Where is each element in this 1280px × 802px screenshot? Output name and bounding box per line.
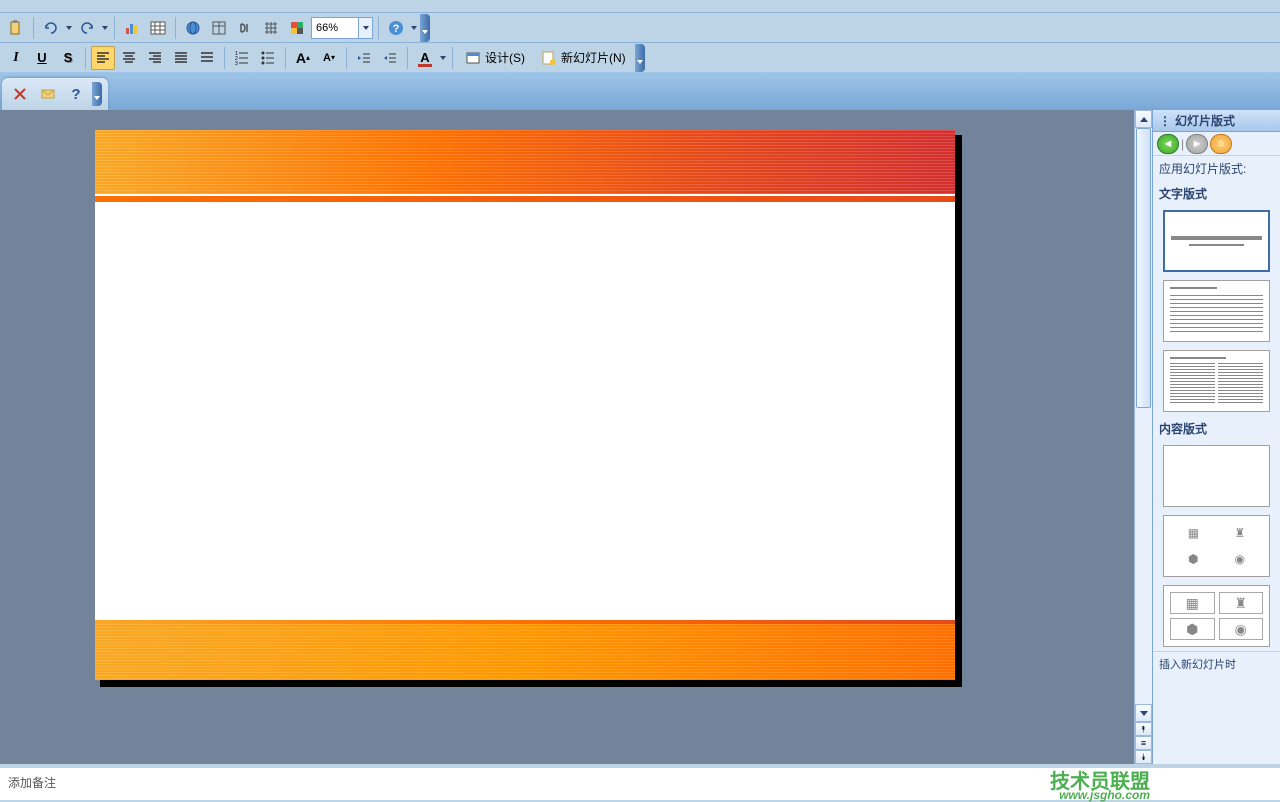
- align-center-icon[interactable]: [117, 46, 141, 70]
- content-layout-list: ▦♜ ⬢◉ ▦♜ ⬢◉: [1153, 441, 1280, 651]
- design-button[interactable]: 设计(S): [458, 46, 532, 70]
- underline-icon[interactable]: U: [30, 46, 54, 70]
- prev-slide-icon[interactable]: ⯭: [1135, 722, 1152, 736]
- help-dropdown[interactable]: [410, 17, 418, 39]
- menu-bar: [0, 0, 1280, 12]
- layout-blank[interactable]: [1163, 445, 1270, 507]
- layout-list: [1153, 206, 1280, 416]
- zoom-dropdown[interactable]: [358, 18, 372, 38]
- main-area: ⯭ ≡ ⯯ ⋮ 幻灯片版式 ◄ | ► ⌂ 应用幻灯片版式: 文字版式: [0, 110, 1280, 764]
- table-icon[interactable]: [146, 16, 170, 40]
- slide-canvas[interactable]: [95, 130, 955, 680]
- scroll-thumb[interactable]: [1136, 128, 1151, 408]
- nav-menu-icon[interactable]: ≡: [1135, 736, 1152, 750]
- color-icon[interactable]: [285, 16, 309, 40]
- standard-toolbar: ?: [0, 12, 1280, 42]
- reviewing-toolbar-area: ?: [0, 72, 1280, 110]
- decrease-font-icon[interactable]: A▾: [317, 46, 341, 70]
- hyperlink-icon[interactable]: [181, 16, 205, 40]
- slide-body[interactable]: [95, 202, 955, 620]
- layout-two-column[interactable]: [1163, 350, 1270, 412]
- undo-icon[interactable]: [39, 16, 63, 40]
- new-slide-label: 新幻灯片(N): [561, 49, 626, 66]
- distributed-icon[interactable]: [195, 46, 219, 70]
- reviewing-toolbar-options[interactable]: [92, 82, 102, 106]
- numbering-icon[interactable]: 123: [230, 46, 254, 70]
- slide-footer-stripe: [95, 624, 955, 680]
- increase-indent-icon[interactable]: [378, 46, 402, 70]
- layout-content[interactable]: ▦♜ ⬢◉: [1163, 515, 1270, 577]
- formatting-toolbar-options[interactable]: [635, 44, 645, 72]
- layout-bulleted-list[interactable]: [1163, 280, 1270, 342]
- reviewing-toolbar: ?: [2, 78, 108, 110]
- task-pane-nav: ◄ | ► ⌂: [1153, 132, 1280, 156]
- next-slide-icon[interactable]: ⯯: [1135, 750, 1152, 764]
- slide-header-bar: [95, 194, 955, 202]
- apply-layout-label: 应用幻灯片版式:: [1153, 156, 1280, 181]
- bullets-icon[interactable]: [256, 46, 280, 70]
- zoom-combo[interactable]: [311, 17, 373, 39]
- text-layouts-section: 文字版式: [1153, 181, 1280, 206]
- delete-comment-icon[interactable]: [8, 82, 32, 106]
- align-left-icon[interactable]: [91, 46, 115, 70]
- task-pane-title[interactable]: ⋮ 幻灯片版式: [1153, 110, 1280, 132]
- redo-icon[interactable]: [75, 16, 99, 40]
- notes-placeholder: 添加备注: [8, 776, 56, 790]
- chart-icon[interactable]: [120, 16, 144, 40]
- align-right-icon[interactable]: [143, 46, 167, 70]
- tables-borders-icon[interactable]: [207, 16, 231, 40]
- italic-icon[interactable]: I: [4, 46, 28, 70]
- content-layouts-section: 内容版式: [1153, 416, 1280, 441]
- slide-header-stripe: [95, 130, 955, 194]
- paste-icon[interactable]: [4, 16, 28, 40]
- zoom-input[interactable]: [312, 18, 358, 38]
- undo-dropdown[interactable]: [65, 17, 73, 39]
- align-justify-icon[interactable]: [169, 46, 193, 70]
- scroll-down[interactable]: [1135, 704, 1152, 722]
- task-pane: ⋮ 幻灯片版式 ◄ | ► ⌂ 应用幻灯片版式: 文字版式: [1152, 110, 1280, 764]
- layout-four-content[interactable]: ▦♜ ⬢◉: [1163, 585, 1270, 647]
- task-home-icon[interactable]: ⌂: [1210, 134, 1232, 154]
- formatting-toolbar: I U S 123 A▴ A▾ A 设计(S) 新幻灯片(N): [0, 42, 1280, 72]
- decrease-indent-icon[interactable]: [352, 46, 376, 70]
- scroll-track[interactable]: [1135, 128, 1152, 704]
- task-back-icon[interactable]: ◄: [1157, 134, 1179, 154]
- font-color-icon[interactable]: A: [413, 46, 437, 70]
- redo-dropdown[interactable]: [101, 17, 109, 39]
- show-hide-icon[interactable]: [233, 16, 257, 40]
- layout-title-slide[interactable]: [1163, 210, 1270, 272]
- shadow-icon[interactable]: S: [56, 46, 80, 70]
- toolbar-options[interactable]: [420, 14, 430, 42]
- increase-font-icon[interactable]: A▴: [291, 46, 315, 70]
- svg-text:?: ?: [393, 23, 400, 35]
- task-footer-label: 插入新幻灯片时: [1153, 651, 1280, 676]
- grid-icon[interactable]: [259, 16, 283, 40]
- new-slide-button[interactable]: 新幻灯片(N): [534, 46, 633, 70]
- slide-editor[interactable]: [0, 110, 1134, 764]
- scroll-up[interactable]: [1135, 110, 1152, 128]
- svg-text:3: 3: [235, 61, 238, 66]
- design-label: 设计(S): [485, 49, 525, 66]
- vertical-scrollbar[interactable]: ⯭ ≡ ⯯: [1134, 110, 1152, 764]
- sub-help-icon[interactable]: ?: [64, 82, 88, 106]
- mail-icon[interactable]: [36, 82, 60, 106]
- task-forward-icon[interactable]: ►: [1186, 134, 1208, 154]
- help-icon[interactable]: ?: [384, 16, 408, 40]
- font-color-dropdown[interactable]: [439, 47, 447, 69]
